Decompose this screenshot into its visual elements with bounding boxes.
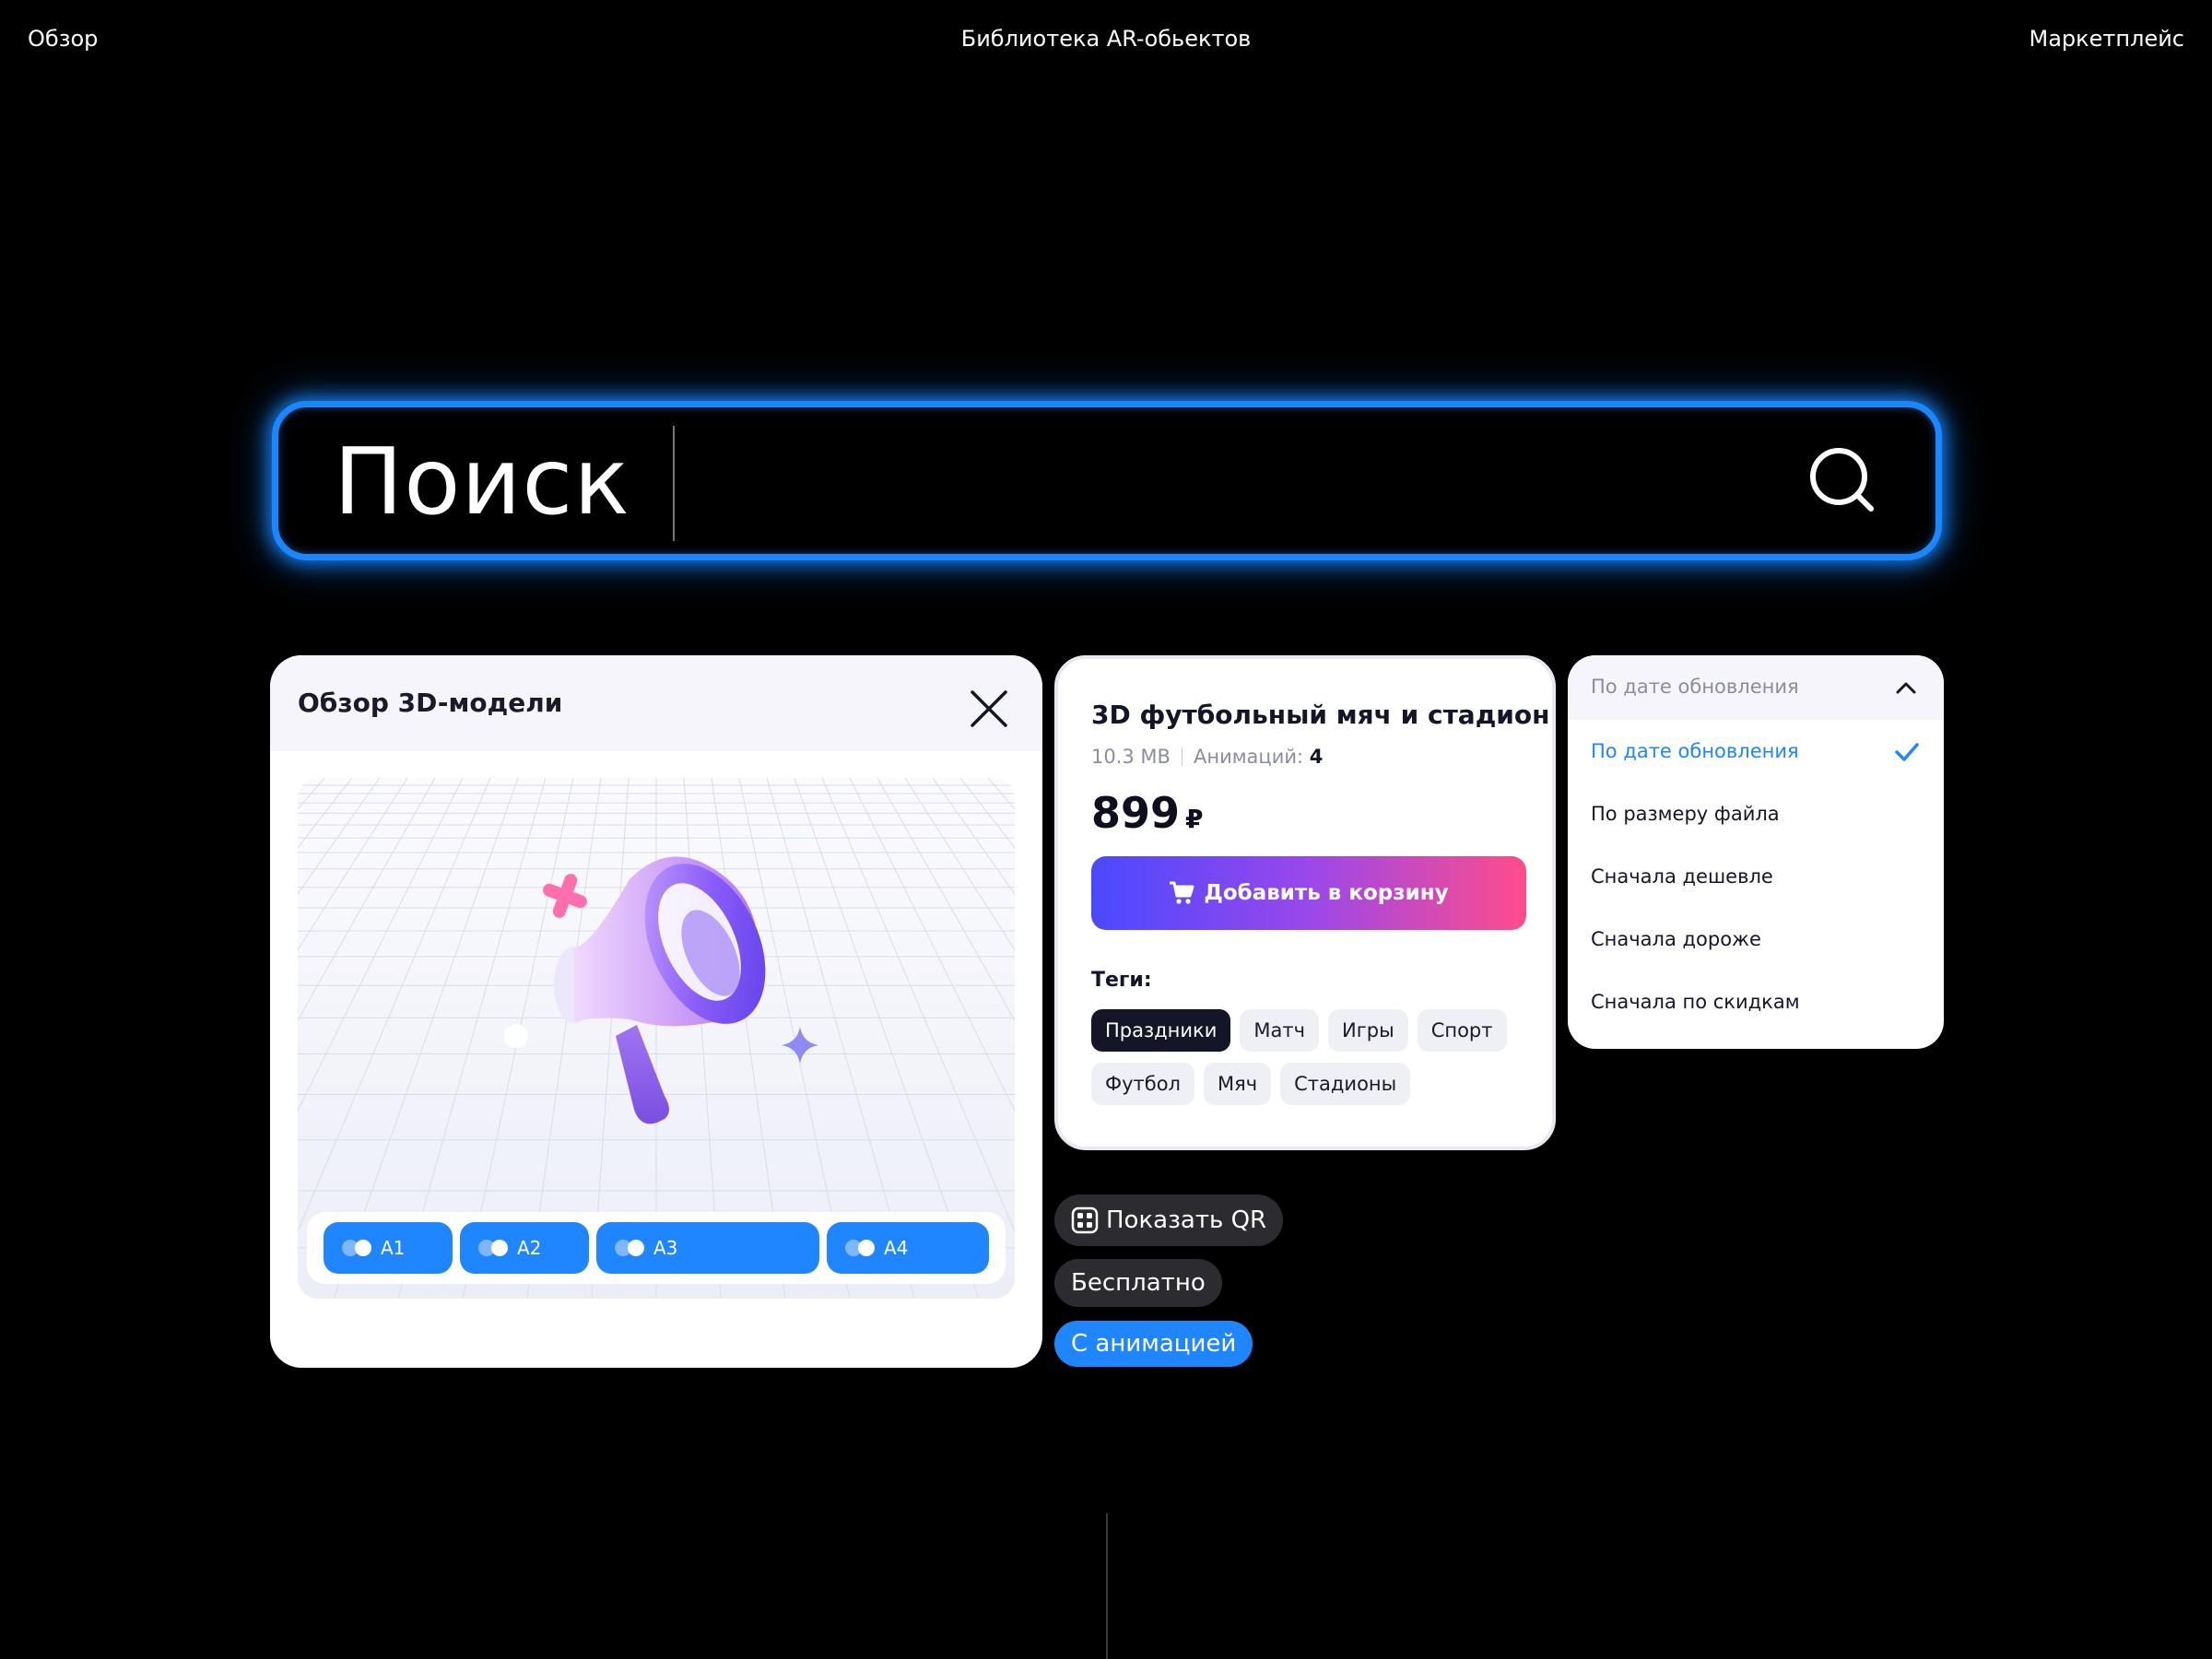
- tag-ball[interactable]: Мяч: [1203, 1063, 1272, 1105]
- animation-label: A3: [653, 1237, 678, 1259]
- search-bar[interactable]: Поиск: [272, 401, 1942, 560]
- sort-option-by-size[interactable]: По размеру файла: [1568, 782, 1944, 845]
- currency-symbol: ₽: [1185, 804, 1204, 834]
- sort-option-expensive-first[interactable]: Сначала дороже: [1568, 908, 1944, 971]
- tags-label: Теги:: [1091, 969, 1152, 992]
- text-caret: [673, 426, 675, 541]
- qr-code-icon: [1071, 1206, 1099, 1234]
- animation-selector: A1 A2 A3 A4: [307, 1212, 1006, 1284]
- nav-link-ar-library[interactable]: Библиотека AR-обьектов: [961, 26, 1252, 52]
- toggle-icon: [342, 1240, 373, 1256]
- sort-current-value: По дате обновления: [1591, 676, 1799, 698]
- preview-header: Обзор 3D-модели: [270, 655, 1042, 751]
- toggle-icon: [845, 1240, 877, 1256]
- divider-line: [1106, 1513, 1108, 1659]
- tag-match[interactable]: Матч: [1240, 1009, 1320, 1052]
- model-viewport[interactable]: A1 A2 A3 A4: [298, 778, 1015, 1299]
- model-preview-card: Обзор 3D-модели A1 A2 A3 A4: [270, 655, 1042, 1368]
- tag-holidays[interactable]: Праздники: [1091, 1009, 1231, 1052]
- tag-football[interactable]: Футбол: [1091, 1063, 1194, 1105]
- animation-button-a4[interactable]: A4: [827, 1222, 989, 1274]
- filter-chip-animated[interactable]: С анимацией: [1054, 1321, 1253, 1367]
- top-nav: Обзор Библиотека AR-обьектов Маркетплейс: [28, 26, 2184, 55]
- sort-option-label: Сначала дешевле: [1591, 865, 1773, 888]
- animation-button-a3[interactable]: A3: [596, 1222, 819, 1274]
- product-card: 3D футбольный мяч и стадион 10.3 MB Анима…: [1054, 655, 1556, 1150]
- add-to-cart-label: Добавить в корзину: [1204, 881, 1449, 905]
- add-to-cart-button[interactable]: Добавить в корзину: [1091, 856, 1526, 930]
- file-size: 10.3 MB: [1091, 746, 1171, 768]
- sparkle-decor: [782, 1027, 818, 1064]
- sort-option-label: Сначала по скидкам: [1591, 991, 1800, 1013]
- nav-link-overview[interactable]: Обзор: [28, 26, 98, 52]
- animation-label: A2: [517, 1237, 542, 1259]
- filter-chip-free[interactable]: Бесплатно: [1054, 1259, 1222, 1307]
- sort-option-by-update[interactable]: По дате обновления: [1568, 720, 1944, 782]
- toggle-icon: [478, 1240, 510, 1256]
- tag-sport[interactable]: Спорт: [1417, 1009, 1507, 1052]
- sort-option-discounts-first[interactable]: Сначала по скидкам: [1568, 971, 1944, 1033]
- toggle-icon: [615, 1240, 646, 1256]
- product-meta: 10.3 MB Анимаций: 4: [1091, 746, 1323, 768]
- animations-label: Анимаций:: [1193, 746, 1304, 768]
- tags-list: Праздники Матч Игры Спорт Футбол Мяч Ста…: [1091, 1009, 1534, 1105]
- tag-stadiums[interactable]: Стадионы: [1280, 1063, 1411, 1105]
- show-qr-button[interactable]: Показать QR: [1054, 1194, 1284, 1246]
- preview-title: Обзор 3D-модели: [298, 688, 563, 718]
- check-icon: [1895, 743, 1919, 761]
- ball-decor: [504, 1024, 528, 1048]
- search-icon[interactable]: [1806, 444, 1880, 518]
- animation-button-a2[interactable]: A2: [460, 1222, 589, 1274]
- tag-games[interactable]: Игры: [1328, 1009, 1408, 1052]
- nav-link-marketplace[interactable]: Маркетплейс: [2030, 26, 2184, 52]
- sort-option-label: По размеру файла: [1591, 803, 1780, 825]
- sort-option-label: По дате обновления: [1591, 740, 1799, 762]
- price-value: 899: [1091, 788, 1181, 838]
- megaphone-handle: [616, 1025, 669, 1124]
- price: 899 ₽: [1091, 788, 1204, 838]
- animation-label: A4: [884, 1237, 909, 1259]
- animation-label: A1: [381, 1237, 406, 1259]
- animation-button-a1[interactable]: A1: [324, 1222, 453, 1274]
- product-title: 3D футбольный мяч и стадион: [1091, 700, 1550, 730]
- show-qr-label: Показать QR: [1106, 1206, 1267, 1234]
- sort-dropdown-header[interactable]: По дате обновления: [1568, 655, 1944, 720]
- sort-option-label: Сначала дороже: [1591, 928, 1761, 950]
- animations-count: 4: [1309, 746, 1324, 768]
- chevron-up-icon[interactable]: [1896, 681, 1916, 694]
- close-icon[interactable]: [969, 688, 1009, 729]
- search-input[interactable]: Поиск: [334, 431, 630, 533]
- pink-cross-decor: [543, 874, 587, 918]
- cart-icon: [1170, 881, 1194, 904]
- sort-dropdown: По дате обновления По дате обновления По…: [1568, 655, 1944, 1049]
- sort-option-cheaper-first[interactable]: Сначала дешевле: [1568, 845, 1944, 908]
